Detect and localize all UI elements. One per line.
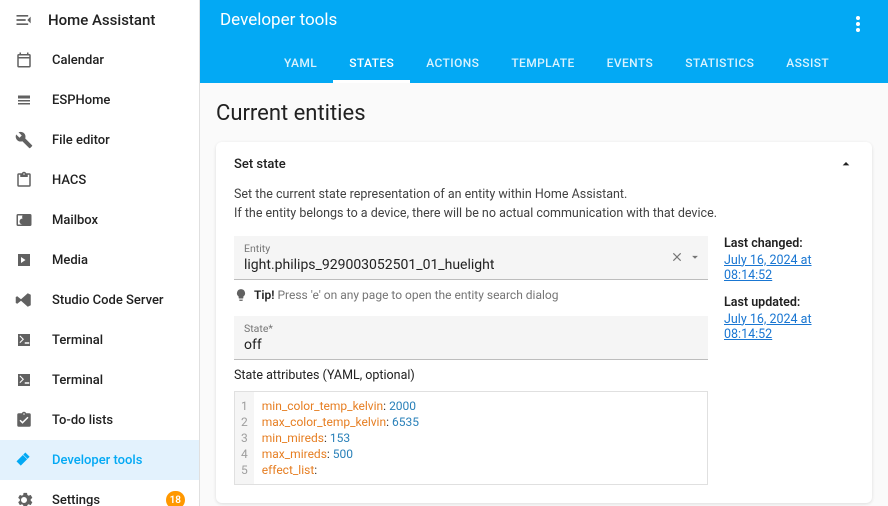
page-header-title: Developer tools [220,10,868,46]
tab-template[interactable]: TEMPLATE [495,46,590,83]
sidebar-item-terminal-2[interactable]: Terminal [0,360,199,400]
last-changed-label: Last changed: [724,236,854,251]
menu-collapse-icon [14,10,34,30]
sidebar-item-studio-code-server[interactable]: Studio Code Server [0,280,199,320]
sidebar-item-file-editor[interactable]: File editor [0,120,199,160]
sidebar-item-mailbox[interactable]: Mailbox [0,200,199,240]
play-icon [14,250,34,270]
set-state-panel: Set state Set the current state represen… [216,142,872,503]
gear-icon [14,490,34,506]
clipboard-check-icon [14,410,34,430]
main-area: Developer tools YAML STATES ACTIONS TEMP… [200,0,888,506]
sidebar-item-terminal[interactable]: Terminal [0,320,199,360]
sidebar-item-label: To-do lists [52,413,113,428]
tab-assist[interactable]: ASSIST [770,46,845,83]
dropdown-icon[interactable] [688,250,702,264]
sidebar-item-label: HACS [52,173,86,188]
sidebar-item-media[interactable]: Media [0,240,199,280]
state-input[interactable] [244,335,698,355]
state-field-label: State* [244,322,698,335]
gutter: 12345 [235,392,254,485]
sidebar-item-label: Media [52,253,88,268]
sidebar-item-esphome[interactable]: ESPHome [0,80,199,120]
sidebar-item-label: ESPHome [52,93,110,108]
overflow-menu-button[interactable] [842,8,874,40]
tab-events[interactable]: EVENTS [591,46,670,83]
page-title: Current entities [216,101,872,126]
tab-actions[interactable]: ACTIONS [410,46,495,83]
tab-states[interactable]: STATES [333,46,410,83]
sidebar-item-label: Terminal [52,373,103,388]
content: Current entities Set state Set the curre… [200,83,888,506]
sidebar-item-label: Mailbox [52,213,98,228]
clear-icon[interactable] [670,250,684,264]
sidebar-item-settings[interactable]: Settings 18 [0,480,199,506]
last-updated-label: Last updated: [724,295,854,310]
hammer-icon [14,450,34,470]
topbar: Developer tools YAML STATES ACTIONS TEMP… [200,0,888,83]
entity-field[interactable]: Entity [234,236,708,280]
lightbulb-icon [234,288,248,302]
sidebar-item-developer-tools[interactable]: Developer tools [0,440,199,480]
entity-input[interactable] [244,255,698,275]
mailbox-icon [14,210,34,230]
sidebar-item-label: Settings [52,493,100,506]
tab-statistics[interactable]: STATISTICS [669,46,770,83]
sidebar-item-todo-lists[interactable]: To-do lists [0,400,199,440]
vscode-icon [14,290,34,310]
sidebar: Home Assistant Calendar ESPHome File edi… [0,0,200,506]
meta-column: Last changed: July 16, 2024 at 08:14:52 … [724,236,854,486]
clipboard-icon [14,170,34,190]
settings-badge: 18 [166,491,185,506]
sidebar-item-label: Terminal [52,333,103,348]
terminal-icon [14,330,34,350]
sidebar-item-label: Studio Code Server [52,293,164,308]
sidebar-item-label: Developer tools [52,453,142,468]
yaml-editor[interactable]: 12345 min_color_temp_kelvin: 2000max_col… [234,391,708,486]
chevron-up-icon [838,156,854,172]
last-updated-link[interactable]: July 16, 2024 at 08:14:52 [724,312,854,342]
sidebar-item-hacs[interactable]: HACS [0,160,199,200]
panel-body: Set the current state representation of … [216,186,872,503]
last-changed-link[interactable]: July 16, 2024 at 08:14:52 [724,253,854,283]
yaml-code[interactable]: min_color_temp_kelvin: 2000max_color_tem… [254,392,427,485]
sidebar-items: Calendar ESPHome File editor HACS Mailbo… [0,40,199,506]
attributes-label: State attributes (YAML, optional) [234,368,708,383]
tab-yaml[interactable]: YAML [268,46,333,83]
sidebar-item-label: File editor [52,133,110,148]
panel-header[interactable]: Set state [216,142,872,186]
state-field[interactable]: State* [234,316,708,360]
panel-description: Set the current state representation of … [234,186,854,224]
chip-icon [14,90,34,110]
tip-row: Tip! Press 'e' on any page to open the e… [234,288,708,302]
sidebar-header[interactable]: Home Assistant [0,0,199,40]
panel-title: Set state [234,157,286,172]
sidebar-item-label: Calendar [52,53,104,68]
wrench-icon [14,130,34,150]
sidebar-item-calendar[interactable]: Calendar [0,40,199,80]
tabs: YAML STATES ACTIONS TEMPLATE EVENTS STAT… [220,46,868,83]
entity-field-label: Entity [244,242,698,255]
calendar-icon [14,50,34,70]
terminal-icon [14,370,34,390]
app-name: Home Assistant [48,11,155,29]
dots-vertical-icon [856,16,860,32]
